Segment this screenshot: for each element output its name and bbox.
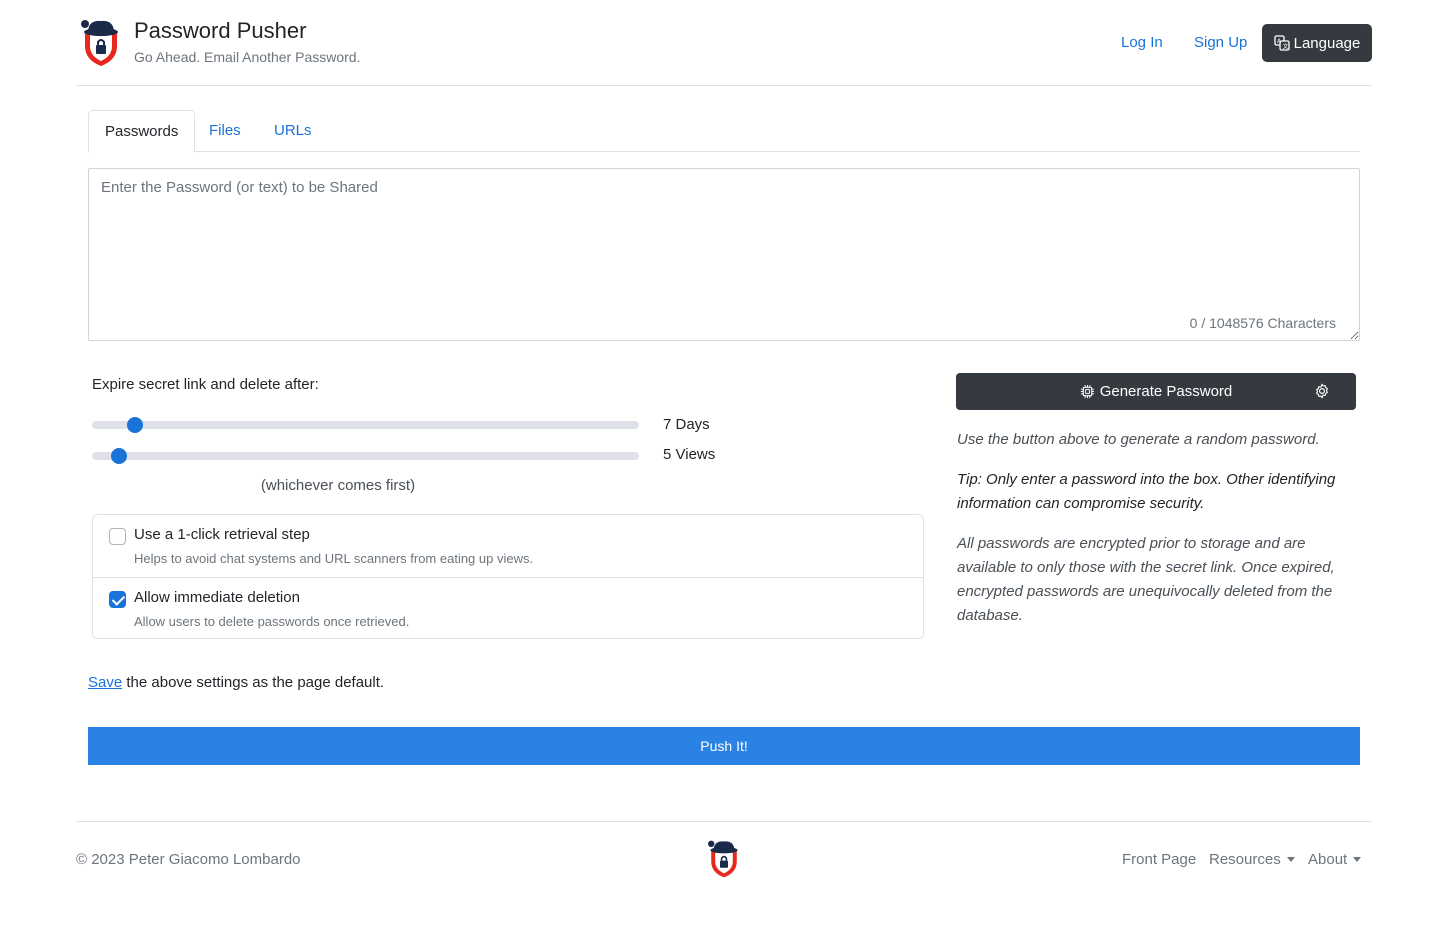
- front-page-label: Front Page: [1122, 851, 1197, 868]
- footer-about-dropdown[interactable]: About: [1308, 851, 1362, 868]
- retrieval-step-checkbox[interactable]: [109, 528, 126, 545]
- site-header: Password Pusher Go Ahead. Email Another …: [76, 0, 1372, 86]
- tab-passwords[interactable]: Passwords: [88, 110, 196, 153]
- footer-front-page-link[interactable]: Front Page: [1122, 851, 1196, 868]
- views-slider[interactable]: [92, 448, 639, 464]
- site-footer: © 2023 Peter Giacomo Lombardo Front Page…: [76, 821, 1372, 901]
- about-label: About: [1308, 851, 1348, 868]
- expire-label: Expire secret link and delete after:: [92, 376, 319, 393]
- push-it-button[interactable]: Push It!: [88, 727, 1360, 765]
- payload-area: 0 / 1048576 Characters: [88, 168, 1360, 341]
- language-label: Language: [1293, 34, 1361, 52]
- retrieval-step-title: Use a 1-click retrieval step: [134, 526, 310, 543]
- signup-link[interactable]: Sign Up: [1194, 34, 1247, 51]
- option-immediate-deletion[interactable]: Allow immediate deletion Allow users to …: [93, 577, 923, 639]
- options-list: Use a 1-click retrieval step Helps to av…: [92, 514, 924, 639]
- days-value: 7 Days: [663, 416, 710, 433]
- cpu-icon: [1080, 384, 1094, 399]
- login-link[interactable]: Log In: [1121, 34, 1163, 51]
- hat-shield-lock-logo-icon[interactable]: [79, 18, 123, 68]
- brand-title[interactable]: Password Pusher: [134, 18, 306, 44]
- svg-text:文: 文: [1282, 43, 1288, 51]
- footer-logo-icon[interactable]: [706, 839, 742, 879]
- encryption-info: All passwords are encrypted prior to sto…: [957, 535, 1335, 624]
- push-type-tabs: Passwords Files URLs: [88, 110, 1360, 153]
- whichever-note: (whichever comes first): [92, 477, 924, 494]
- save-defaults-text: the above settings as the page default.: [122, 674, 385, 691]
- whichever-text: (whichever comes first): [260, 477, 416, 494]
- character-count: 0 / 1048576 Characters: [1189, 315, 1336, 331]
- days-slider-handle[interactable]: [126, 417, 143, 433]
- option-retrieval-step[interactable]: Use a 1-click retrieval step Helps to av…: [93, 515, 923, 577]
- views-value: 5 Views: [663, 446, 716, 463]
- tab-files[interactable]: Files: [193, 110, 257, 152]
- payload-input[interactable]: [88, 168, 1360, 341]
- save-defaults-link[interactable]: Save: [88, 674, 122, 691]
- footer-resources-dropdown[interactable]: Resources: [1209, 851, 1295, 868]
- security-tip: Tip: Only enter a password into the box.…: [957, 471, 1336, 512]
- generate-password-content: Generate Password: [956, 383, 1356, 400]
- retrieval-step-help: Helps to avoid chat systems and URL scan…: [134, 551, 534, 566]
- copyright: © 2023 Peter Giacomo Lombardo: [76, 851, 301, 868]
- tab-urls[interactable]: URLs: [258, 110, 328, 152]
- brand-tagline: Go Ahead. Email Another Password.: [134, 49, 361, 65]
- gear-icon[interactable]: [1314, 383, 1330, 399]
- immediate-deletion-checkbox[interactable]: [109, 591, 126, 608]
- generate-password-label: Generate Password: [1099, 383, 1233, 400]
- chevron-down-icon: [1286, 857, 1295, 862]
- generate-password-button[interactable]: Generate Password: [956, 373, 1356, 410]
- views-slider-handle[interactable]: [111, 448, 128, 464]
- generator-hint: Use the button above to generate a rando…: [957, 431, 1320, 448]
- resources-label: Resources: [1209, 851, 1281, 868]
- days-slider[interactable]: [92, 417, 639, 433]
- translate-icon: A 文: [1273, 35, 1290, 51]
- save-defaults-line: Save the above settings as the page defa…: [88, 674, 384, 691]
- immediate-deletion-title: Allow immediate deletion: [134, 589, 300, 606]
- chevron-down-icon: [1353, 857, 1362, 862]
- immediate-deletion-help: Allow users to delete passwords once ret…: [134, 614, 410, 629]
- language-button[interactable]: A 文 Language: [1262, 24, 1372, 62]
